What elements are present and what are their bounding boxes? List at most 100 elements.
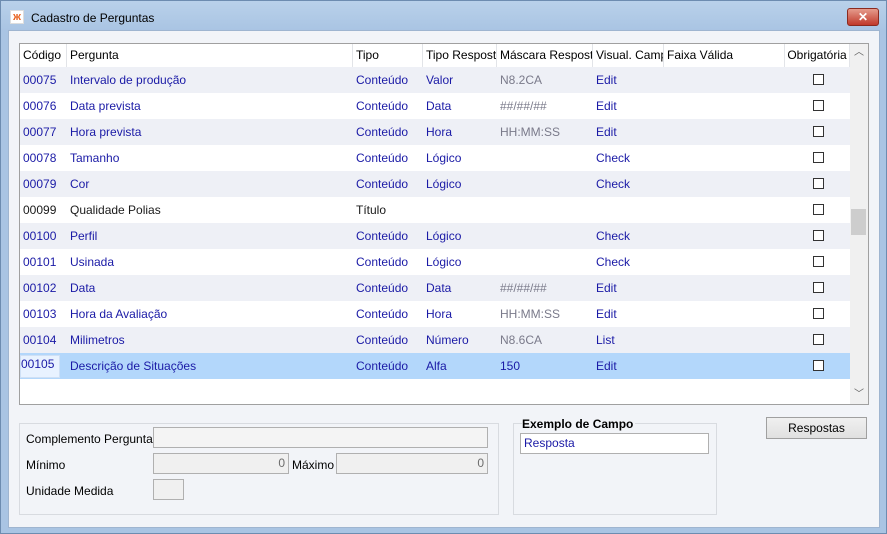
exemplo-panel: Exemplo de Campo Resposta — [513, 417, 717, 515]
column-header[interactable]: Visual. Campo — [593, 44, 664, 67]
cell-mascara — [497, 145, 500, 171]
chevron-up-icon[interactable]: ︿ — [850, 44, 868, 62]
cell-visual: Check — [596, 177, 631, 191]
table-row[interactable]: 00099 Qualidade Polias Título — [20, 197, 850, 223]
table-row[interactable]: 00103 Hora da Avaliação Conteúdo Hora HH:MM:… — [20, 301, 850, 327]
cell-tipo: Conteúdo — [356, 99, 409, 113]
cell-tipo-resposta: Número — [426, 333, 469, 347]
cell-tipo: Conteúdo — [356, 255, 409, 269]
exemplo-input[interactable]: Resposta — [520, 433, 709, 454]
cell-tipo: Conteúdo — [356, 73, 409, 87]
obrigatoria-checkbox[interactable] — [813, 360, 824, 371]
cell-codigo: 00101 — [23, 255, 57, 269]
cell-mascara — [497, 223, 500, 249]
cell-mascara — [497, 171, 500, 197]
cell-visual: Edit — [596, 281, 617, 295]
table-row[interactable]: 00100 Perfil Conteúdo Lógico Check — [20, 223, 850, 249]
cell-visual: Edit — [596, 359, 617, 373]
table-row[interactable]: 00101 Usinada Conteúdo Lógico Check — [20, 249, 850, 275]
table-row[interactable]: 00102 Data Conteúdo Data ##/##/## Edit — [20, 275, 850, 301]
column-header[interactable]: Faixa Válida — [664, 44, 785, 67]
cell-faixa — [664, 353, 667, 379]
cell-faixa — [664, 275, 667, 301]
cell-visual: Check — [596, 255, 631, 269]
cell-codigo: 00079 — [23, 177, 57, 191]
cell-mascara: ##/##/## — [500, 281, 547, 295]
column-header[interactable]: Tipo — [353, 44, 423, 67]
cell-pergunta: Data — [70, 281, 96, 295]
obrigatoria-checkbox[interactable] — [813, 152, 824, 163]
cell-pergunta: Usinada — [70, 255, 115, 269]
cell-tipo-resposta — [423, 197, 426, 223]
obrigatoria-checkbox[interactable] — [813, 308, 824, 319]
cell-faixa — [664, 223, 667, 249]
obrigatoria-checkbox[interactable] — [813, 126, 824, 137]
questions-grid: Código Pergunta Tipo Tipo Resposta Máscara R… — [19, 43, 869, 405]
scrollbar-thumb[interactable] — [851, 209, 866, 235]
unidade-input[interactable] — [153, 479, 184, 500]
column-header[interactable]: Tipo Resposta — [423, 44, 497, 67]
obrigatoria-checkbox[interactable] — [813, 334, 824, 345]
minimo-label: Mínimo — [26, 458, 66, 472]
obrigatoria-checkbox[interactable] — [813, 282, 824, 293]
obrigatoria-checkbox[interactable] — [813, 230, 824, 241]
cell-faixa — [664, 145, 667, 171]
cell-visual: Edit — [596, 73, 617, 87]
complemento-input[interactable] — [153, 427, 488, 448]
cell-tipo: Conteúdo — [356, 229, 409, 243]
cell-pergunta: Perfil — [70, 229, 98, 243]
cell-tipo-resposta: Alfa — [426, 359, 447, 373]
cell-visual: List — [596, 333, 615, 347]
cell-codigo: 00099 — [23, 203, 57, 217]
cell-codigo: 00104 — [23, 333, 57, 347]
cell-faixa — [664, 119, 667, 145]
cell-mascara: 150 — [500, 359, 521, 373]
column-header[interactable]: Pergunta — [67, 44, 353, 67]
cell-pergunta: Hora da Avaliação — [70, 307, 168, 321]
cell-pergunta: Intervalo de produção — [70, 73, 187, 87]
cell-tipo-resposta: Data — [426, 99, 452, 113]
table-row[interactable]: 00075 Intervalo de produção Conteúdo Valor N… — [20, 67, 850, 93]
cell-faixa — [664, 171, 667, 197]
respostas-label: Respostas — [788, 421, 845, 435]
chevron-down-icon[interactable]: ﹀ — [850, 386, 868, 404]
cell-tipo-resposta: Hora — [426, 307, 453, 321]
obrigatoria-checkbox[interactable] — [813, 74, 824, 85]
vertical-scrollbar[interactable]: ︿ ﹀ — [850, 44, 868, 404]
table-row[interactable]: 00077 Hora prevista Conteúdo Hora HH:MM:SS Ed… — [20, 119, 850, 145]
obrigatoria-checkbox[interactable] — [813, 256, 824, 267]
cell-visual: Check — [596, 151, 631, 165]
table-row[interactable]: 00078 Tamanho Conteúdo Lógico Check — [20, 145, 850, 171]
cell-faixa — [664, 327, 667, 353]
cell-codigo: 00078 — [23, 151, 57, 165]
table-row[interactable]: 00104 Milimetros Conteúdo Número N8.6CA List — [20, 327, 850, 353]
table-row[interactable]: 00105 Descrição de Situações Conteúdo Alfa 1… — [20, 353, 850, 379]
cell-codigo-editor[interactable]: 00105 — [20, 355, 60, 378]
cell-codigo: 00103 — [23, 307, 57, 321]
table-row[interactable]: 00079 Cor Conteúdo Lógico Check — [20, 171, 850, 197]
cell-tipo: Conteúdo — [356, 333, 409, 347]
cell-visual: Edit — [596, 125, 617, 139]
cell-visual: Edit — [596, 307, 617, 321]
cell-tipo: Conteúdo — [356, 177, 409, 191]
cell-mascara: N8.6CA — [500, 333, 543, 347]
cell-tipo-resposta: Lógico — [426, 151, 462, 165]
minimo-input[interactable]: 0 — [153, 453, 289, 474]
maximo-input[interactable]: 0 — [336, 453, 488, 474]
cell-tipo: Conteúdo — [356, 125, 409, 139]
obrigatoria-checkbox[interactable] — [813, 178, 824, 189]
cell-pergunta: Descrição de Situações — [70, 359, 197, 373]
close-button[interactable]: ✕ — [847, 8, 879, 26]
table-row[interactable]: 00076 Data prevista Conteúdo Data ##/##/## Ed… — [20, 93, 850, 119]
cell-pergunta: Hora prevista — [70, 125, 142, 139]
cell-pergunta: Data prevista — [70, 99, 141, 113]
column-header[interactable]: Obrigatória — [785, 44, 850, 67]
window: ж Cadastro de Perguntas ✕ Código Pergunta… — [0, 0, 887, 534]
respostas-button[interactable]: Respostas — [766, 417, 867, 439]
column-header[interactable]: Máscara Resposta — [497, 44, 593, 67]
cell-codigo: 00102 — [23, 281, 57, 295]
obrigatoria-checkbox[interactable] — [813, 100, 824, 111]
column-header[interactable]: Código — [20, 44, 67, 67]
obrigatoria-checkbox[interactable] — [813, 204, 824, 215]
client-area: Código Pergunta Tipo Tipo Resposta Máscara R… — [8, 30, 880, 528]
